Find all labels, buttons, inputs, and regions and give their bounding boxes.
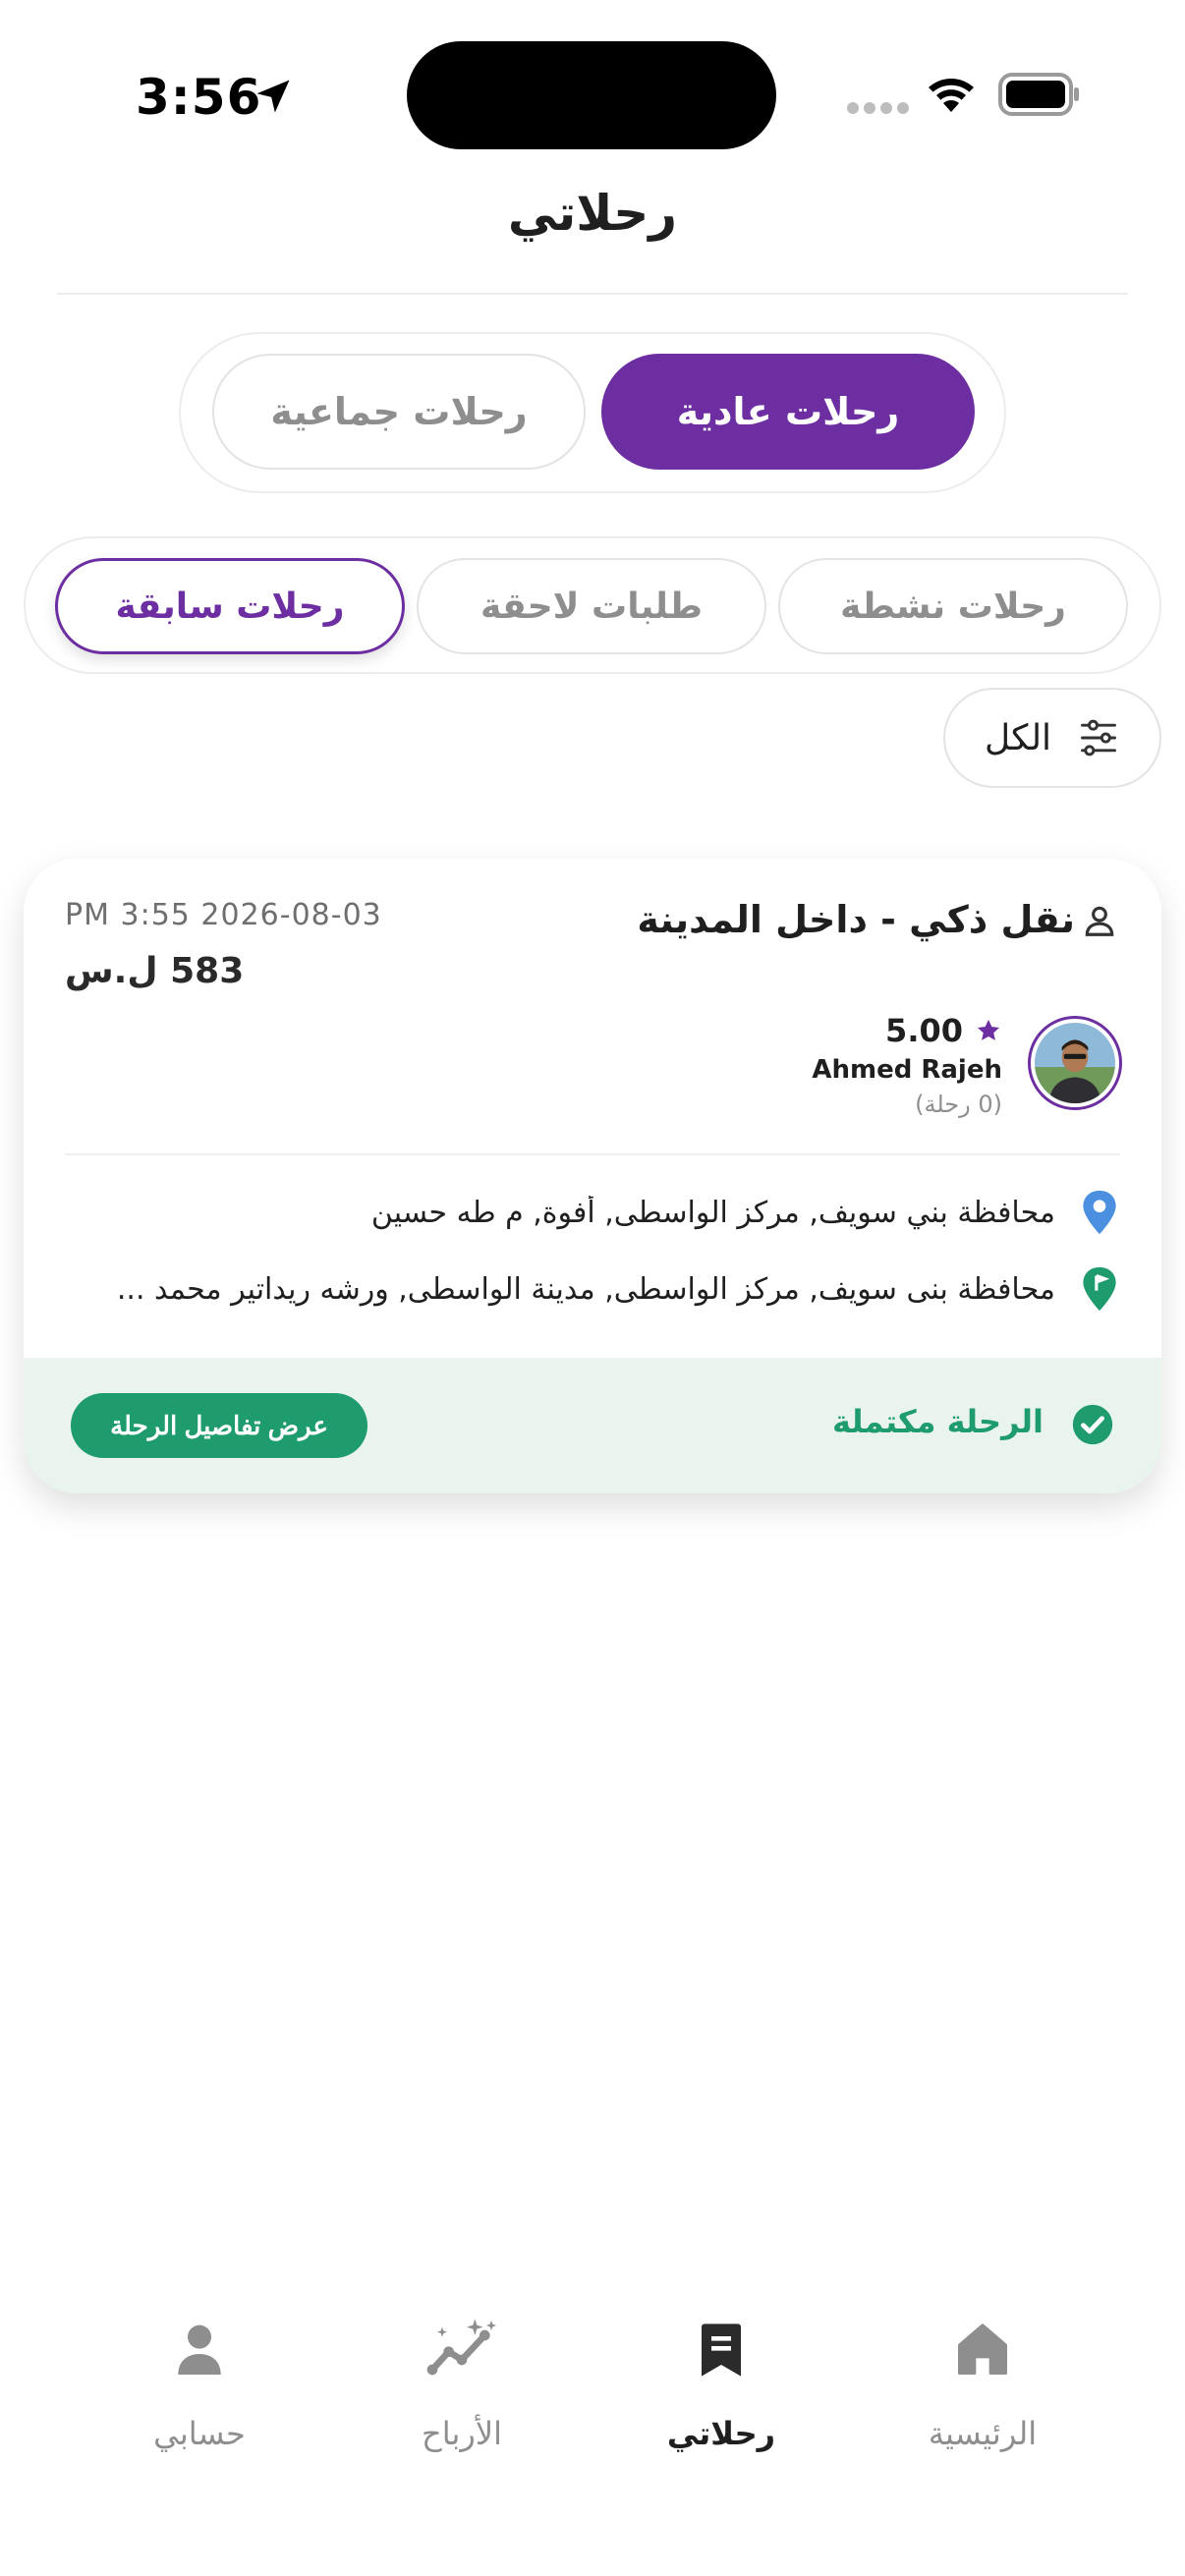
dynamic-island — [407, 41, 776, 149]
status-time: 3:56 — [136, 69, 262, 126]
pickup-address: محافظة بني سويف, مركز الواسطى, أفوة, م ط… — [370, 1195, 1055, 1230]
nav-label-account: حسابي — [153, 2415, 246, 2452]
trip-completed-label: الرحلة مكتملة — [832, 1403, 1044, 1440]
person-outline-icon — [1085, 906, 1114, 936]
star-icon — [977, 1019, 1000, 1040]
page-title: رحلاتي — [507, 185, 678, 242]
tab-past-trips[interactable]: رحلات سابقة — [55, 558, 405, 654]
location-arrow-icon — [256, 80, 290, 113]
person-icon — [178, 2324, 221, 2375]
filter-chip[interactable]: الكل — [943, 688, 1161, 788]
cellular-signal-icon — [847, 102, 909, 114]
bottom-nav: الرئيسية رحلاتي الأرباح حسابي — [0, 2289, 1185, 2486]
check-circle-icon — [1072, 1404, 1113, 1445]
trip-status-footer: الرحلة مكتملة عرض تفاصيل الرحلة — [24, 1358, 1161, 1493]
nav-label-trips: رحلاتي — [666, 2415, 776, 2452]
nav-label-home: الرئيسية — [928, 2415, 1038, 2452]
driver-trip-count: (0 رحلة) — [915, 1091, 1002, 1118]
sliders-icon — [1081, 719, 1117, 756]
dropoff-row: محافظة بنى سويف, مركز الواسطى, مدينة الو… — [63, 1265, 1118, 1313]
dropoff-address: محافظة بنى سويف, مركز الواسطى, مدينة الو… — [116, 1271, 1055, 1307]
filter-label: الكل — [984, 717, 1052, 758]
driver-photo — [1035, 1023, 1115, 1103]
card-divider — [65, 1153, 1120, 1155]
wifi-icon — [929, 79, 974, 112]
nav-label-earnings: الأرباح — [422, 2415, 502, 2452]
trip-price: 583 ل.س — [65, 951, 245, 991]
tab-scheduled-requests[interactable]: طلبات لاحقة — [417, 558, 766, 654]
nav-item-home[interactable]: الرئيسية — [884, 2289, 1081, 2486]
tab-regular-trips[interactable]: رحلات عادية — [601, 354, 975, 470]
bookmark-icon — [702, 2324, 741, 2377]
tab-group-trips[interactable]: رحلات جماعية — [212, 354, 586, 470]
trip-card[interactable]: نقل ذكي - داخل المدينة PM 3:55 2026-08-0… — [24, 859, 1161, 1493]
trip-service-title: نقل ذكي - داخل المدينة — [637, 898, 1075, 941]
earnings-chart-icon — [426, 2319, 496, 2376]
trip-status-tabs: رحلات نشطة طلبات لاحقة رحلات سابقة — [24, 536, 1161, 674]
pickup-pin-icon — [1083, 1190, 1116, 1235]
nav-item-trips[interactable]: رحلاتي — [623, 2289, 819, 2486]
driver-name: Ahmed Rajeh — [812, 1055, 1002, 1085]
trip-type-switch: رحلات عادية رحلات جماعية — [179, 332, 1006, 493]
tab-active-trips[interactable]: رحلات نشطة — [778, 558, 1128, 654]
rating-value: 5.00 — [885, 1012, 963, 1049]
nav-item-earnings[interactable]: الأرباح — [364, 2289, 560, 2486]
home-icon — [958, 2324, 1007, 2375]
trip-datetime: PM 3:55 2026-08-03 — [65, 898, 382, 932]
battery-icon — [998, 73, 1079, 116]
header-divider — [57, 293, 1128, 295]
driver-rating: 5.00 — [885, 1012, 1002, 1049]
view-trip-details-button[interactable]: عرض تفاصيل الرحلة — [71, 1393, 367, 1458]
dropoff-pin-icon — [1083, 1266, 1116, 1312]
nav-item-account[interactable]: حسابي — [101, 2289, 298, 2486]
driver-avatar — [1028, 1016, 1122, 1110]
pickup-row: محافظة بني سويف, مركز الواسطى, أفوة, م ط… — [63, 1189, 1118, 1236]
